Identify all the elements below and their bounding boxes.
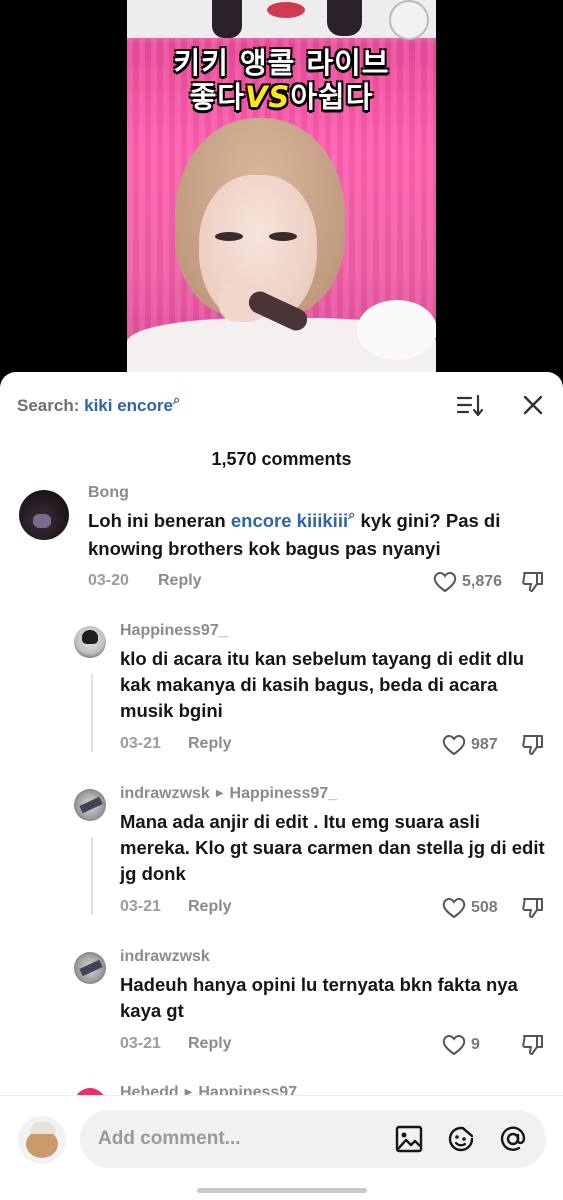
like-count: 9 (471, 1036, 480, 1053)
avatar-figure (79, 796, 103, 814)
search-query-link[interactable]: kiki encore (84, 396, 173, 415)
username[interactable]: indrawzwsk (120, 948, 210, 966)
reply-button[interactable]: Reply (158, 572, 202, 590)
like-button[interactable]: 5,876 (432, 570, 502, 594)
replied-to-username[interactable]: Happiness97_ (230, 785, 338, 802)
sort-button[interactable] (456, 394, 484, 418)
video-hair-right (327, 0, 362, 36)
avatar-figure (26, 1130, 58, 1158)
comment-text: Mana ada anjir di edit . Itu emg suara a… (120, 811, 545, 884)
comment-input-bar (0, 1095, 563, 1200)
dislike-button[interactable] (521, 1033, 545, 1057)
caption-left: 좋다 (189, 80, 245, 114)
search-icon: ⌕ (172, 392, 181, 407)
heart-icon (442, 1034, 466, 1056)
search-suggestion[interactable]: Search: kiki encore⌕ (17, 392, 180, 416)
avatar-figure (33, 514, 51, 528)
comment-text: Loh ini beneran encore kiiikiii⌕ kyk gin… (88, 507, 548, 562)
reply-button[interactable]: Reply (188, 735, 232, 753)
like-button[interactable]: 9 (441, 1033, 480, 1057)
home-indicator[interactable] (197, 1188, 367, 1193)
dislike-button[interactable] (521, 896, 545, 920)
thumbs-down-icon (522, 1035, 543, 1055)
comment-text: klo di acara itu kan sebelum tayang di e… (120, 648, 525, 721)
image-button[interactable] (394, 1124, 424, 1154)
comment-text-part: Loh ini beneran (88, 510, 231, 531)
video-clock (389, 0, 429, 40)
like-count: 987 (471, 736, 498, 753)
thread-line (91, 837, 93, 915)
search-label: Search: (17, 396, 80, 415)
comment-date: 03-21 (120, 1035, 161, 1052)
video-preview[interactable]: 키키 앵콜 라이브 좋다VS아쉽다 (127, 0, 436, 378)
avatar[interactable] (74, 789, 106, 821)
username[interactable]: Bong (88, 484, 129, 502)
comment-input[interactable] (98, 1122, 378, 1156)
comment-date: 03-20 (88, 572, 129, 589)
dislike-button[interactable] (521, 570, 545, 594)
emoji-icon (448, 1126, 474, 1152)
avatar[interactable] (74, 626, 106, 658)
comment-count: 1,570 comments (211, 449, 352, 469)
video-hair-left (212, 0, 242, 38)
heart-icon (442, 897, 466, 919)
at-sign-icon (500, 1126, 526, 1151)
heart-icon (433, 571, 457, 593)
thumbs-down-icon (522, 735, 543, 755)
username: indrawzwsk ▶ Happiness97_ (120, 785, 337, 803)
singer-eye-left (215, 232, 243, 241)
close-icon (523, 395, 543, 415)
singer-fur (357, 300, 436, 360)
thread-line (91, 674, 93, 752)
like-button[interactable]: 508 (441, 896, 498, 920)
singer-eye-right (269, 232, 297, 241)
heart-icon (442, 734, 466, 756)
reply-button[interactable]: Reply (188, 1035, 232, 1053)
thumbs-down-icon (522, 898, 543, 918)
caption-vs: VS (244, 80, 291, 114)
comment-date: 03-21 (120, 898, 161, 915)
avatar-figure (82, 630, 98, 644)
comment-date: 03-21 (120, 735, 161, 752)
mention-button[interactable] (498, 1124, 528, 1154)
thumbs-down-icon (522, 572, 543, 592)
username[interactable]: Happiness97_ (120, 622, 228, 640)
video-lips (267, 2, 305, 18)
like-count: 508 (471, 899, 498, 916)
avatar[interactable] (18, 1116, 66, 1164)
like-button[interactable]: 987 (441, 733, 498, 757)
caption-right: 아쉽다 (290, 80, 374, 114)
avatar-figure (79, 959, 103, 977)
reply-arrow-icon: ▶ (215, 788, 224, 799)
search-suggestion-link[interactable]: encore kiiikiii (231, 510, 348, 531)
sort-icon (456, 394, 484, 417)
close-button[interactable] (520, 392, 546, 418)
video-caption-line2: 좋다VS아쉽다 (127, 74, 436, 116)
image-icon (395, 1125, 423, 1153)
avatar[interactable] (74, 952, 106, 984)
avatar[interactable] (19, 490, 69, 540)
comment-text: Hadeuh hanya opini lu ternyata bkn fakta… (120, 974, 518, 1021)
dislike-button[interactable] (521, 733, 545, 757)
comments-sheet: Search: kiki encore⌕ 1,570 comments Bong… (0, 372, 563, 1200)
emoji-button[interactable] (446, 1124, 476, 1154)
comment-input-container[interactable] (80, 1110, 546, 1168)
search-icon: ⌕ (348, 507, 356, 522)
reply-button[interactable]: Reply (188, 898, 232, 916)
avatar-hat (30, 1122, 56, 1134)
username-link[interactable]: indrawzwsk (120, 785, 210, 802)
like-count: 5,876 (462, 573, 503, 590)
